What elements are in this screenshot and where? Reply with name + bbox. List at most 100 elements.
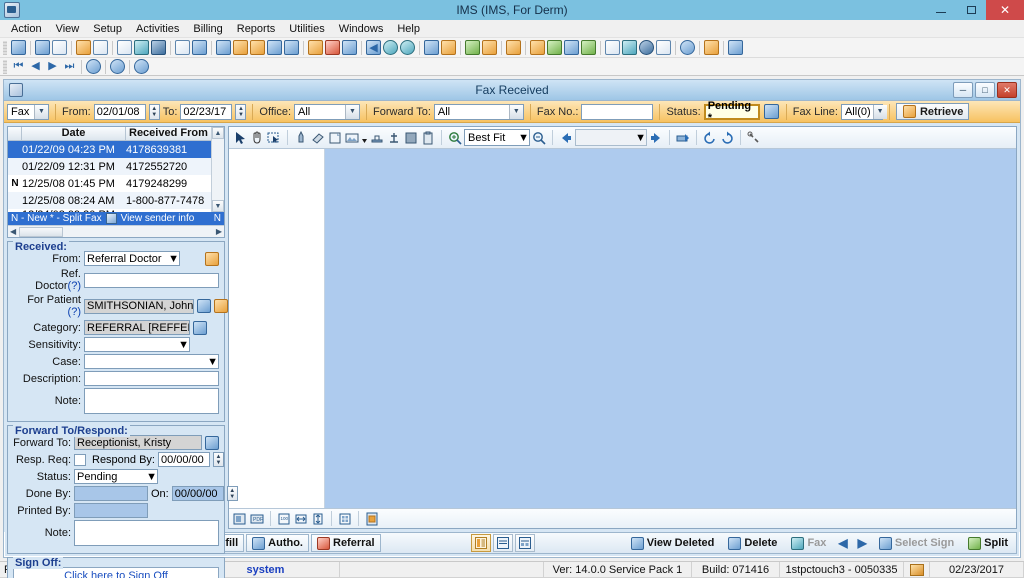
chart-icon[interactable] (117, 40, 132, 55)
print-fax-icon[interactable] (675, 130, 691, 146)
resp-req-checkbox[interactable] (74, 453, 86, 466)
menu-item-action[interactable]: Action (4, 22, 49, 36)
globe-alt-icon[interactable] (400, 40, 415, 55)
scroll-up-icon[interactable]: ▲ (212, 127, 224, 139)
to-date-input[interactable]: 02/23/17 (180, 103, 233, 120)
grid-header-date[interactable]: Date (22, 127, 126, 141)
patient-card-icon[interactable] (214, 299, 228, 313)
report-print-icon[interactable] (441, 40, 456, 55)
referral-button[interactable]: Referral (311, 534, 381, 552)
zoom-out-icon[interactable] (531, 130, 547, 146)
view-deleted-button[interactable]: View Deleted (625, 534, 721, 552)
respond-by-spinner[interactable]: ▲ ▼ (212, 452, 224, 467)
for-patient-input[interactable]: SMITHSONIAN, John [17571] (84, 298, 194, 314)
word-icon[interactable] (564, 40, 579, 55)
select-region-icon[interactable] (266, 130, 282, 146)
from-combo[interactable]: Referral Doctor ▼ (84, 251, 180, 266)
status-tray-cell[interactable] (904, 562, 930, 578)
viewer-thumbnail-strip[interactable] (229, 149, 325, 508)
table-row[interactable]: N 12/25/08 01:45 PM 4179248299 (8, 175, 224, 192)
briefcase-icon[interactable] (506, 40, 521, 55)
previous-page-icon[interactable] (558, 130, 574, 146)
viewer-canvas[interactable] (325, 149, 1016, 508)
previous-record-icon[interactable]: ◀ (28, 59, 43, 74)
fax-no-input[interactable] (581, 103, 654, 120)
category-combo[interactable]: REFERRAL [REFFERALS] ▼ (84, 320, 190, 335)
view-sender-info-link[interactable]: View sender info (121, 213, 195, 224)
grid-horizontal-scrollbar[interactable]: ◀ ▶ (8, 225, 224, 237)
description-input[interactable] (84, 371, 219, 386)
menu-item-windows[interactable]: Windows (332, 22, 391, 36)
select-sign-button[interactable]: Select Sign (873, 534, 960, 552)
menu-item-utilities[interactable]: Utilities (282, 22, 331, 36)
patient-check-icon[interactable] (52, 40, 67, 55)
on-date-input[interactable]: 00/00/00 (171, 486, 224, 501)
contrast-icon[interactable] (639, 40, 654, 55)
patient-lookup-icon[interactable] (197, 299, 211, 313)
signature-icon[interactable] (581, 40, 596, 55)
from-date-spinner[interactable]: ▲ ▼ (148, 103, 160, 120)
new-doc-icon[interactable] (605, 40, 620, 55)
scroll-right-icon[interactable]: ▶ (214, 227, 224, 236)
rotate-right-icon[interactable] (719, 130, 735, 146)
scroll-down-icon[interactable]: ▼ (212, 200, 224, 212)
maximize-button[interactable] (956, 0, 986, 20)
grid-header-flag[interactable] (8, 127, 22, 141)
close-icon[interactable] (134, 59, 149, 74)
next-record-icon[interactable]: ▶ (45, 59, 60, 74)
status-input[interactable]: Pending * (703, 100, 760, 124)
calendar-icon[interactable] (308, 40, 323, 55)
scroll-left-icon[interactable]: ◀ (8, 227, 18, 236)
respond-by-input[interactable]: 00/00/00 (157, 452, 210, 467)
page-100-icon[interactable]: 100 (276, 511, 292, 527)
autho-button[interactable]: Autho. (246, 534, 309, 552)
menu-item-billing[interactable]: Billing (186, 22, 229, 36)
fit-width-icon[interactable] (293, 511, 309, 527)
note-textarea[interactable] (84, 388, 219, 414)
tile-view-icon[interactable] (337, 511, 353, 527)
grid-header-received-from[interactable]: Received From (126, 127, 224, 141)
help-icon[interactable] (680, 40, 695, 55)
zoom-level-combo[interactable]: Best Fit ▼ (464, 129, 530, 146)
contact-card-icon[interactable] (482, 40, 497, 55)
toolbar-grip[interactable] (3, 40, 7, 55)
minimize-button[interactable] (926, 0, 956, 20)
thumbnail-view-icon[interactable] (232, 511, 248, 527)
from-date-input[interactable]: 02/01/08 (93, 103, 146, 120)
highlighter-icon[interactable] (293, 130, 309, 146)
eraser-icon[interactable] (310, 130, 326, 146)
camera-icon[interactable] (622, 40, 637, 55)
pan-hand-icon[interactable] (249, 130, 265, 146)
forward-picker-icon[interactable] (205, 435, 219, 450)
help-icon[interactable] (110, 59, 125, 74)
page-number-combo[interactable]: ▼ (575, 129, 647, 146)
edit-note-icon[interactable] (93, 40, 108, 55)
fax-button[interactable]: Fax (785, 534, 832, 552)
office-combo[interactable]: All ▼ (294, 103, 361, 120)
grid-vertical-scrollbar[interactable]: ▲ ▼ (211, 127, 224, 212)
refresh-icon[interactable] (86, 59, 101, 74)
patient-edit-icon[interactable] (35, 40, 50, 55)
table-row[interactable]: 01/22/09 12:31 PM 4172552720 (8, 158, 224, 175)
last-record-icon[interactable]: ⏭ (62, 59, 77, 74)
move-left-button[interactable]: ◀ (834, 534, 851, 552)
table-row[interactable]: 12/25/08 08:24 AM 1-800-877-7478 (8, 192, 224, 209)
menu-item-view[interactable]: View (49, 22, 87, 36)
sender-info-icon[interactable] (105, 213, 117, 224)
notes-icon[interactable] (192, 40, 207, 55)
zoom-in-icon[interactable] (447, 130, 463, 146)
status-combo[interactable]: Pending ▼ (74, 469, 158, 484)
toolbar-grip[interactable] (3, 59, 7, 74)
category-add-icon[interactable] (193, 320, 207, 335)
clipboard-icon[interactable] (420, 130, 436, 146)
globe-icon[interactable] (383, 40, 398, 55)
scheduler-icon[interactable] (325, 40, 340, 55)
table-row[interactable]: 01/22/09 04:23 PM 4178639381 (8, 141, 224, 158)
fax-minimize-button[interactable]: ─ (953, 82, 973, 98)
fax-exchange-icon[interactable] (547, 40, 562, 55)
move-right-button[interactable]: ▶ (854, 534, 871, 552)
authorization-icon[interactable] (342, 40, 357, 55)
first-record-icon[interactable]: ⏮ (11, 59, 26, 74)
dollar-doc-icon[interactable] (233, 40, 248, 55)
rotate-left-icon[interactable] (702, 130, 718, 146)
